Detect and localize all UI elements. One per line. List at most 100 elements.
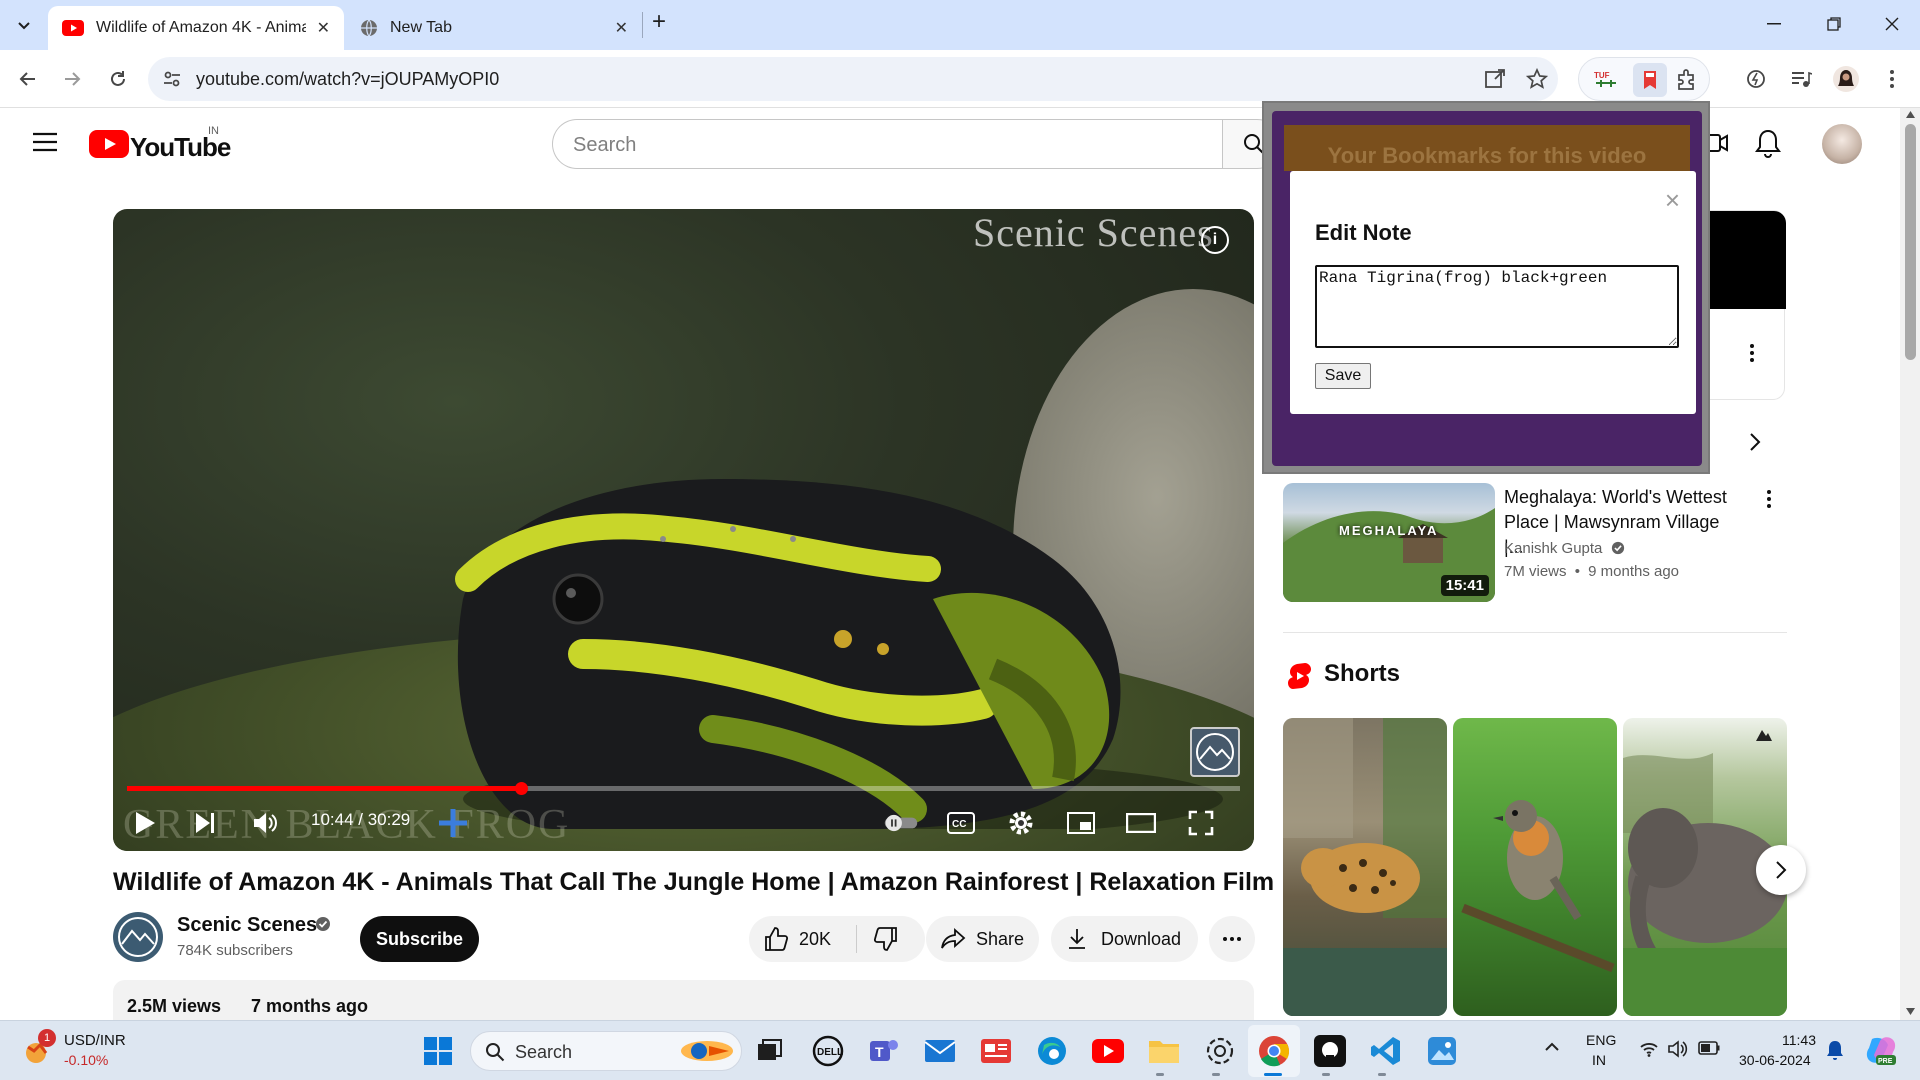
tab-youtube-video[interactable]: Wildlife of Amazon 4K - Animals That Cal… xyxy=(48,6,344,50)
file-explorer-icon[interactable] xyxy=(1146,1033,1182,1069)
mail-icon[interactable] xyxy=(922,1033,958,1069)
svg-text:TUF: TUF xyxy=(1594,71,1610,80)
add-bookmark-plus-icon[interactable] xyxy=(435,805,471,841)
video-progress-bar[interactable] xyxy=(127,782,1240,795)
extensions-puzzle-icon[interactable] xyxy=(1675,68,1699,92)
photos-app-icon[interactable] xyxy=(1424,1033,1460,1069)
windows-taskbar: 1 USD/INR -0.10% Search DELL T ENG IN 11… xyxy=(0,1020,1920,1080)
ticker-name[interactable]: USD/INR xyxy=(64,1032,126,1049)
modal-close-icon[interactable]: × xyxy=(1665,185,1680,216)
youtube-search-input[interactable]: Search xyxy=(552,119,1224,169)
miniplayer-icon[interactable] xyxy=(1063,805,1099,841)
notifications-bell-icon[interactable] xyxy=(1754,128,1782,158)
settings-gear-icon[interactable] xyxy=(1003,805,1039,841)
address-bar[interactable]: youtube.com/watch?v=jOUPAMyOPI0 xyxy=(148,57,1558,101)
bookmark-star-icon[interactable] xyxy=(1526,68,1548,90)
forward-arrow-icon[interactable] xyxy=(56,63,88,95)
video-player[interactable]: Scenic Scenes i GREEN BLACK FROG 10:44 /… xyxy=(113,209,1254,851)
close-window-button[interactable] xyxy=(1862,0,1920,48)
bookmark-extension-icon[interactable] xyxy=(1633,63,1667,97)
channel-row: Scenic Scenes 784K subscribers Subscribe… xyxy=(113,912,1255,962)
like-thumb-icon[interactable] xyxy=(763,926,789,952)
captions-icon[interactable]: CC xyxy=(943,805,979,841)
wifi-icon[interactable] xyxy=(1640,1041,1658,1057)
tuf-extension-icon[interactable]: TUF xyxy=(1593,69,1619,89)
profile-avatar[interactable] xyxy=(1830,63,1862,95)
subscribe-button[interactable]: Subscribe xyxy=(360,916,479,962)
theater-mode-icon[interactable] xyxy=(1123,805,1159,841)
recommended-video[interactable]: MEGHALAYA 15:41 Meghalaya: World's Wette… xyxy=(1283,483,1787,603)
extension-header-text: Your Bookmarks for this video xyxy=(1327,143,1647,168)
account-avatar[interactable] xyxy=(1822,124,1862,164)
tab-close-icon[interactable]: ✕ xyxy=(317,18,330,38)
hamburger-menu-icon[interactable] xyxy=(32,132,58,152)
sidebar-card-menu-icon[interactable] xyxy=(1749,343,1755,363)
site-info-icon[interactable] xyxy=(162,69,182,89)
chrome-menu-icon[interactable] xyxy=(1876,63,1908,95)
back-arrow-icon[interactable] xyxy=(12,63,44,95)
globe-favicon-icon xyxy=(360,19,378,37)
page-scrollbar[interactable] xyxy=(1900,108,1920,1020)
github-icon[interactable] xyxy=(1312,1033,1348,1069)
next-video-icon[interactable] xyxy=(187,805,223,841)
info-icon[interactable]: i xyxy=(1201,226,1229,254)
vscode-icon[interactable] xyxy=(1368,1033,1404,1069)
new-tab-button[interactable]: + xyxy=(652,8,666,36)
youtube-app-icon[interactable] xyxy=(1090,1033,1126,1069)
reload-icon[interactable] xyxy=(102,63,134,95)
recommended-thumbnail[interactable]: MEGHALAYA 15:41 xyxy=(1283,483,1495,602)
note-textarea[interactable]: Rana Tigrina(frog) black+green xyxy=(1315,265,1679,348)
tab-new-tab[interactable]: New Tab ✕ xyxy=(346,6,642,50)
media-controls-icon[interactable] xyxy=(1785,63,1817,95)
teams-icon[interactable]: T xyxy=(866,1033,902,1069)
clock-time[interactable]: 11:43 xyxy=(1782,1032,1816,1048)
active-indicator xyxy=(1264,1073,1282,1076)
chevron-right-icon[interactable] xyxy=(1749,432,1761,452)
short-bird[interactable] xyxy=(1453,718,1617,1016)
volume-tray-icon[interactable] xyxy=(1668,1040,1688,1058)
minimize-button[interactable] xyxy=(1744,0,1804,48)
taskbar-search-box[interactable]: Search xyxy=(470,1031,742,1071)
verified-check-icon xyxy=(1611,541,1624,555)
play-icon[interactable] xyxy=(127,805,163,841)
open-in-app-icon[interactable] xyxy=(1484,68,1506,90)
like-count[interactable]: 20K xyxy=(799,929,831,950)
performance-icon[interactable] xyxy=(1740,63,1772,95)
recommended-menu-icon[interactable] xyxy=(1766,489,1772,509)
news-app-icon[interactable] xyxy=(978,1033,1014,1069)
task-view-icon[interactable] xyxy=(752,1033,788,1069)
input-language[interactable]: ENG xyxy=(1586,1032,1616,1048)
scroll-up-arrow-icon xyxy=(1906,111,1915,118)
tab-divider xyxy=(642,12,643,38)
dislike-thumb-icon[interactable] xyxy=(873,926,899,952)
youtube-logo[interactable] xyxy=(89,130,129,158)
restore-button[interactable] xyxy=(1804,0,1864,48)
download-button[interactable]: Download xyxy=(1051,916,1198,962)
clock-date[interactable]: 30-06-2024 xyxy=(1739,1052,1811,1068)
shorts-next-button[interactable] xyxy=(1756,845,1806,895)
channel-name[interactable]: Scenic Scenes xyxy=(177,914,317,937)
more-actions-button[interactable] xyxy=(1209,916,1255,962)
autoplay-toggle[interactable] xyxy=(883,805,919,841)
notification-bell-icon[interactable] xyxy=(1826,1039,1844,1061)
edge-browser-icon[interactable] xyxy=(1034,1033,1070,1069)
share-button[interactable]: Share xyxy=(926,916,1039,962)
scrollbar-thumb[interactable] xyxy=(1905,124,1916,360)
video-scrubber-handle[interactable] xyxy=(515,782,528,795)
tab-search-chevron-icon[interactable] xyxy=(8,9,40,41)
windows-start-icon[interactable] xyxy=(420,1033,456,1069)
fullscreen-icon[interactable] xyxy=(1183,805,1219,841)
volume-icon[interactable] xyxy=(247,805,283,841)
tray-chevron-up-icon[interactable] xyxy=(1544,1042,1560,1052)
tab-close-icon[interactable]: ✕ xyxy=(615,18,628,38)
openai-app-icon[interactable] xyxy=(1202,1033,1238,1069)
recommended-channel[interactable]: Kanishk Gupta xyxy=(1504,540,1625,557)
dell-icon[interactable]: DELL xyxy=(810,1033,846,1069)
short-jaguar[interactable] xyxy=(1283,718,1447,1016)
battery-icon[interactable] xyxy=(1698,1041,1720,1055)
chrome-browser-icon[interactable] xyxy=(1256,1033,1292,1069)
copilot-icon[interactable]: PRE xyxy=(1864,1033,1898,1067)
save-button[interactable]: Save xyxy=(1315,363,1371,389)
channel-branding-icon[interactable] xyxy=(1190,727,1240,777)
channel-avatar[interactable] xyxy=(113,912,163,962)
